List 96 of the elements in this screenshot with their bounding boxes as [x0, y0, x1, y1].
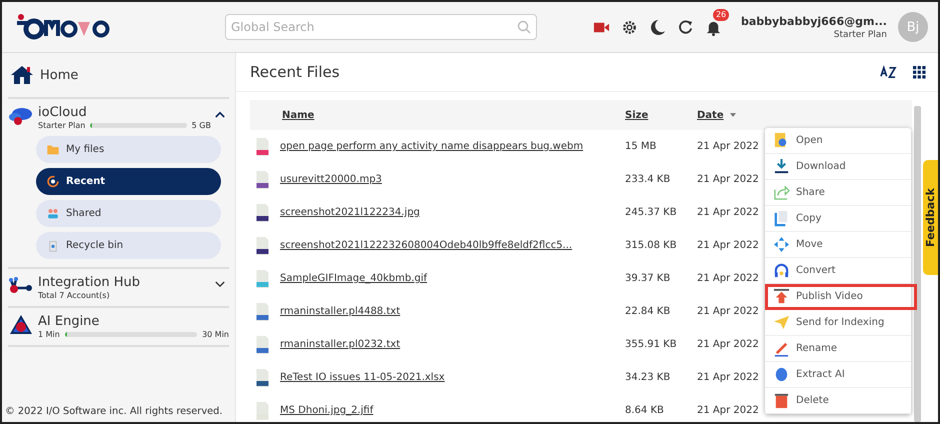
file-date: 21 Apr 2022 — [697, 240, 760, 251]
file-icon — [255, 236, 270, 256]
file-name-link[interactable]: screenshot2021l122232608004Odeb40lb9ffe8eldf2flcc5... — [280, 240, 572, 251]
page-title: Recent Files — [250, 63, 341, 81]
file-icon — [255, 302, 270, 322]
usage-max-label: 30 Min — [202, 330, 229, 339]
file-size: 15 MB — [625, 141, 658, 152]
chevron-icon[interactable] — [215, 111, 225, 118]
file-size: 39.37 KB — [625, 273, 672, 284]
menu-item[interactable]: Publish Video — [765, 284, 917, 310]
grid-view-icon[interactable] — [913, 66, 926, 78]
file-date: 21 Apr 2022 — [697, 141, 760, 152]
menu-item[interactable]: Copy — [765, 206, 911, 232]
home-link[interactable]: Home — [40, 68, 78, 82]
notification-count: 26 — [712, 8, 730, 20]
section-title[interactable]: Integration Hub — [38, 275, 211, 290]
file-name-link[interactable]: MS Dhoni.jpg_2.jfif — [280, 405, 374, 416]
file-date: 21 Apr 2022 — [697, 306, 760, 317]
file-icon — [255, 268, 270, 288]
upload-icon — [773, 288, 790, 305]
menu-item[interactable]: Extract AI — [765, 362, 911, 388]
file-name-link[interactable]: usurevitt20000.mp3 — [280, 174, 382, 185]
column-header[interactable]: Date — [697, 110, 724, 120]
file-date: 21 Apr 2022 — [697, 405, 760, 416]
file-size: 34.23 KB — [625, 372, 672, 383]
trash-icon — [773, 392, 790, 409]
file-name-link[interactable]: rmaninstaller.pl4488.txt — [280, 306, 400, 317]
copyright-text: © 2022 I/O Software inc. All rights reserved. — [5, 406, 222, 420]
file-name-link[interactable]: screenshot2021l122234.jpg — [280, 207, 420, 218]
refresh-icon[interactable] — [676, 18, 694, 36]
menu-item[interactable]: Open — [765, 128, 911, 154]
file-name-link[interactable]: SampleGIFImage_40kbmb.gif — [280, 273, 428, 284]
menu-item[interactable]: Convert — [765, 258, 911, 284]
section-title[interactable]: AI Engine — [38, 314, 229, 329]
target-icon — [46, 175, 60, 188]
cloud-icon — [8, 105, 34, 127]
menu-item[interactable]: Move — [765, 232, 911, 258]
file-date: 21 Apr 2022 — [697, 273, 760, 284]
feedback-tab[interactable]: Feedback — [923, 160, 938, 275]
sidebar-item[interactable]: Shared — [36, 200, 221, 227]
file-size: 355.91 KB — [625, 339, 678, 350]
scrollbar[interactable] — [914, 106, 921, 422]
usage-min-label: 1 Min — [38, 330, 60, 339]
share-icon — [773, 184, 790, 201]
menu-item[interactable]: Download — [765, 154, 911, 180]
sort-caret-icon[interactable] — [730, 113, 736, 117]
move-icon — [773, 236, 790, 253]
pencil-icon — [773, 340, 790, 357]
file-icon — [255, 368, 270, 388]
search-field[interactable]: Global Search — [225, 14, 537, 40]
menu-item[interactable]: Send for Indexing — [765, 310, 911, 336]
people-icon — [46, 207, 60, 220]
blob-icon — [773, 366, 790, 383]
copy-icon — [773, 210, 790, 227]
file-size: 315.08 KB — [625, 240, 678, 251]
file-date: 21 Apr 2022 — [697, 174, 760, 185]
sort-az-icon[interactable] — [880, 64, 897, 80]
sidebar-item[interactable]: Recent — [36, 168, 221, 195]
file-name-link[interactable]: open page perform any activity name disappears bug.webm — [280, 141, 584, 152]
paper-plane-icon — [773, 314, 790, 331]
menu-item[interactable]: Rename — [765, 336, 911, 362]
sidebar-item[interactable]: My files — [36, 136, 221, 163]
file-size: 22.84 KB — [625, 306, 672, 317]
settings-icon[interactable] — [620, 18, 638, 36]
storage-capacity: 5 GB — [192, 121, 211, 130]
chevron-icon[interactable] — [215, 281, 225, 288]
file-date: 21 Apr 2022 — [697, 339, 760, 350]
file-icon — [255, 334, 270, 354]
file-icon — [255, 170, 270, 190]
file-date: 21 Apr 2022 — [697, 207, 760, 218]
file-name-link[interactable]: rmaninstaller.pl0232.txt — [280, 339, 400, 350]
download-icon — [773, 158, 790, 175]
folder-icon — [46, 143, 60, 156]
user-email: babbybabbyj666@gm... — [740, 14, 887, 28]
file-icon — [255, 400, 270, 420]
file-icon — [255, 136, 270, 156]
user-plan: Starter Plan — [834, 30, 887, 40]
section-title[interactable]: ioCloud — [38, 105, 211, 120]
column-header[interactable]: Name — [282, 110, 314, 120]
ai-icon — [8, 314, 34, 336]
file-size: 233.4 KB — [625, 174, 672, 185]
file-size: 245.37 KB — [625, 207, 678, 218]
search-icon — [517, 20, 531, 34]
menu-item[interactable]: Share — [765, 180, 911, 206]
account-count: Total 7 Account(s) — [38, 291, 111, 300]
sidebar-item[interactable]: Recycle bin — [36, 232, 221, 259]
file-date: 21 Apr 2022 — [697, 372, 760, 383]
menu-item[interactable]: Delete — [765, 388, 911, 414]
file-name-link[interactable]: ReTest IO issues 11-05-2021.xlsx — [280, 372, 445, 383]
house-icon[interactable] — [10, 65, 34, 85]
plan-label: Starter Plan — [38, 121, 86, 130]
headphones-icon — [773, 262, 790, 279]
file-icon — [255, 202, 270, 222]
file-size: 8.64 KB — [625, 405, 665, 416]
column-header[interactable]: Size — [625, 110, 648, 120]
moon-icon[interactable] — [648, 18, 666, 36]
